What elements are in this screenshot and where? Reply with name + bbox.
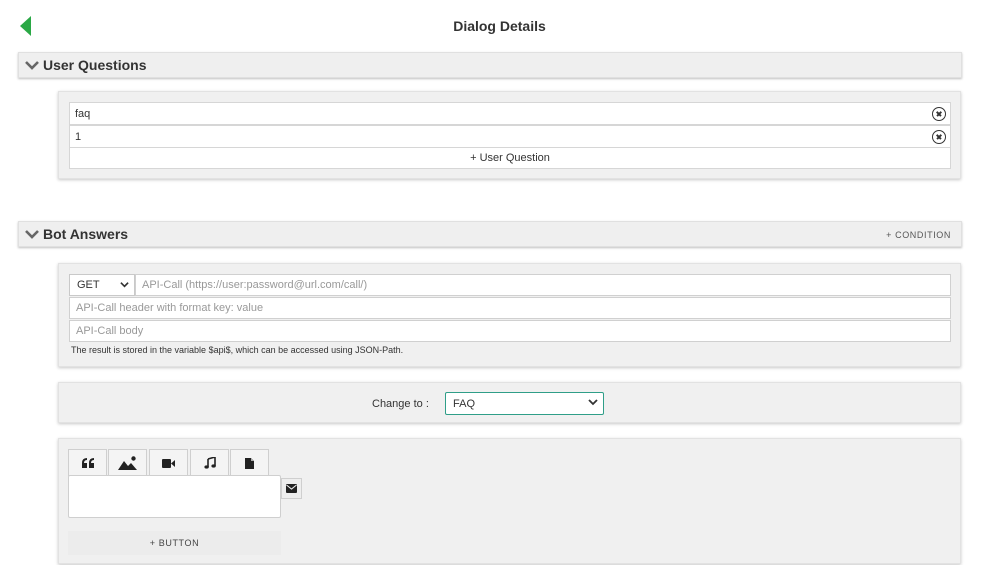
section-title: Bot Answers [43, 226, 129, 242]
bot-answers-header[interactable]: Bot Answers + CONDITION [18, 221, 962, 247]
remove-circle-icon[interactable] [932, 129, 946, 144]
chevron-down-icon[interactable] [21, 54, 43, 76]
user-questions-panel: faq 1 + User Question [58, 91, 961, 179]
api-hint-text: The result is stored in the variable $ap… [71, 345, 404, 355]
chevron-down-icon [120, 280, 129, 291]
chevron-down-icon [588, 397, 598, 410]
question-text[interactable]: 1 [70, 131, 932, 143]
image-icon[interactable] [108, 449, 147, 476]
remove-circle-icon[interactable] [932, 106, 946, 121]
api-header-input[interactable]: API-Call header with format key: value [69, 297, 951, 319]
http-method-value: GET [77, 279, 100, 291]
change-to-select[interactable]: FAQ [445, 392, 604, 415]
section-title: User Questions [43, 57, 147, 73]
music-icon[interactable] [190, 449, 229, 476]
question-text[interactable]: faq [70, 108, 932, 120]
change-to-label: Change to : [372, 398, 429, 410]
list-item[interactable]: faq [69, 102, 951, 125]
api-url-input[interactable]: API-Call (https://user:password@url.com/… [135, 274, 951, 296]
list-item[interactable]: 1 [69, 125, 951, 148]
envelope-icon[interactable] [281, 478, 302, 499]
video-icon[interactable] [149, 449, 188, 476]
quote-icon[interactable] [68, 449, 107, 476]
change-to-panel: Change to : FAQ [58, 382, 961, 423]
page-title: Dialog Details [453, 18, 546, 34]
api-call-panel: GET API-Call (https://user:password@url.… [58, 263, 961, 367]
add-user-question-button[interactable]: + User Question [69, 147, 951, 169]
chevron-down-icon[interactable] [21, 223, 43, 245]
message-textarea[interactable] [68, 475, 281, 518]
change-to-value: FAQ [453, 397, 476, 410]
user-questions-header[interactable]: User Questions [18, 52, 962, 78]
add-condition-button[interactable]: + CONDITION [880, 225, 957, 244]
http-method-select[interactable]: GET [69, 274, 135, 296]
add-button-button[interactable]: + BUTTON [68, 531, 281, 555]
message-panel: + BUTTON [58, 438, 961, 564]
api-body-input[interactable]: API-Call body [69, 320, 951, 342]
file-icon[interactable] [230, 449, 269, 476]
